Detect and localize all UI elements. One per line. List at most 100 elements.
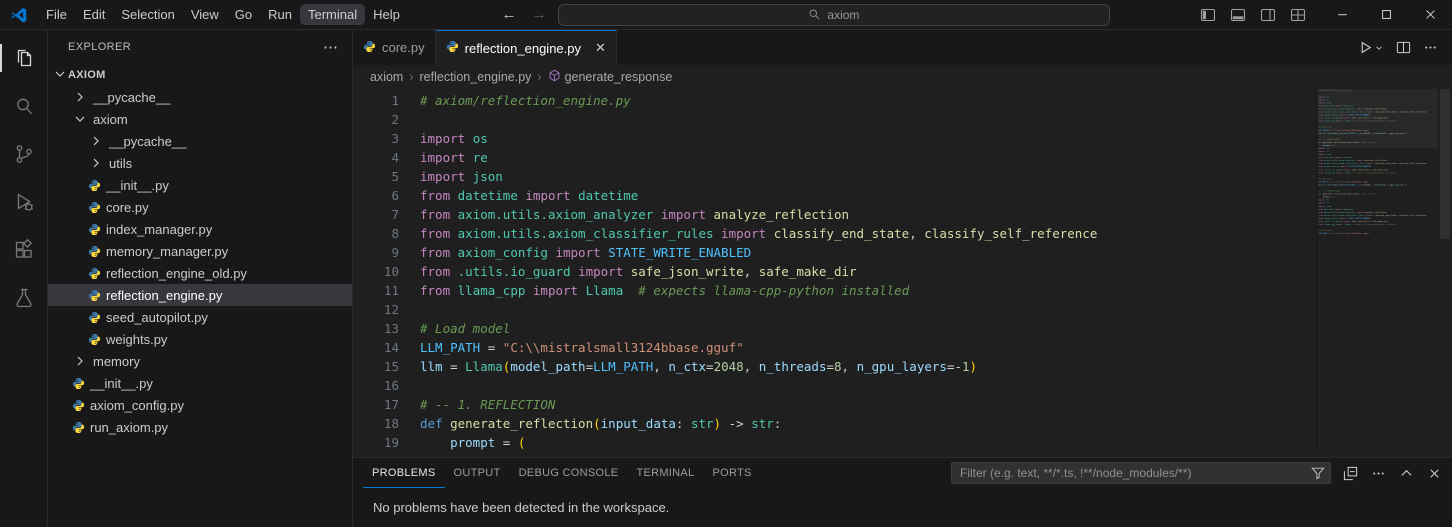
menu-terminal[interactable]: Terminal [300,4,365,25]
close-window-button[interactable] [1408,0,1452,29]
explorer-more-actions-button[interactable]: ⋯ [323,38,338,56]
tab-close-icon[interactable]: ✕ [595,40,606,56]
activity-explorer-icon[interactable] [0,36,48,80]
activity-testing-icon[interactable] [0,276,48,320]
menu-help[interactable]: Help [365,4,408,25]
split-editor-button[interactable] [1396,40,1411,55]
toggle-secondary-sidebar-icon[interactable] [1260,7,1276,23]
customize-layout-icon[interactable] [1290,7,1306,23]
code-line: 3import os [353,129,1452,148]
tree-item-__pycache__[interactable]: __pycache__ [48,86,352,108]
tree-item-utils[interactable]: utils [48,152,352,174]
code-line: 13# Load model [353,319,1452,338]
title-bar: FileEditSelectionViewGoRunTerminalHelp ←… [0,0,1452,30]
menu-selection[interactable]: Selection [113,4,182,25]
window-controls [1320,0,1452,29]
panel-tab-problems[interactable]: PROBLEMS [363,458,445,488]
breadcrumb-item-reflection_engine.py[interactable]: reflection_engine.py [420,70,532,84]
activity-run-and-debug-icon[interactable] [0,180,48,224]
code-editor[interactable]: 1# axiom/reflection_engine.py23import os… [353,89,1452,457]
toggle-primary-sidebar-icon[interactable] [1200,7,1216,23]
collapse-all-icon[interactable] [1343,466,1358,481]
tree-item-axiom_config.py[interactable]: axiom_config.py [48,394,352,416]
toggle-panel-icon[interactable] [1230,7,1246,23]
layout-controls [1200,7,1306,23]
chevron-right-icon [88,155,104,171]
code-line: 17# -- 1. REFLECTION [353,395,1452,414]
activity-search-icon[interactable] [0,84,48,128]
activity-source-control-icon[interactable] [0,132,48,176]
breadcrumb-item-generate_response[interactable]: generate_response [548,69,673,85]
tab-label: core.py [382,40,425,55]
bottom-panel: PROBLEMSOUTPUTDEBUG CONSOLETERMINALPORTS… [353,457,1452,527]
maximize-window-button[interactable] [1364,0,1408,29]
tree-item-weights.py[interactable]: weights.py [48,328,352,350]
history-forward-button[interactable]: → [528,6,550,23]
activity-extensions-icon[interactable] [0,228,48,272]
tree-root-axiom[interactable]: AXIOM [48,64,352,86]
minimap-slider[interactable] [1318,89,1438,148]
problems-filter [951,462,1331,484]
python-icon [88,267,101,280]
panel-tab-output[interactable]: OUTPUT [445,458,510,488]
command-center-text: axiom [827,8,859,22]
tree-item-seed_autopilot.py[interactable]: seed_autopilot.py [48,306,352,328]
editor-scrollbar[interactable] [1438,89,1452,457]
menu-view[interactable]: View [183,4,227,25]
run-python-file-button[interactable] [1358,40,1384,55]
minimize-window-button[interactable] [1320,0,1364,29]
panel-tab-ports[interactable]: PORTS [703,458,760,488]
file-tree: __pycache__axiom__pycache__utils__init__… [48,86,352,527]
breadcrumb: axiom›reflection_engine.py›generate_resp… [353,65,1452,89]
tree-item-core.py[interactable]: core.py [48,196,352,218]
tree-item-__pycache__[interactable]: __pycache__ [48,130,352,152]
tree-item-reflection_engine_old.py[interactable]: reflection_engine_old.py [48,262,352,284]
python-icon [88,333,101,346]
chevron-right-icon [72,89,88,105]
activity-bar [0,30,48,527]
more-actions-icon[interactable] [1371,466,1386,481]
tab-reflection_engine.py[interactable]: reflection_engine.py✕ [436,30,617,65]
tree-item-axiom[interactable]: axiom [48,108,352,130]
breadcrumb-item-axiom[interactable]: axiom [370,70,403,84]
panel-tab-debug-console[interactable]: DEBUG CONSOLE [510,458,628,488]
tree-item-memory[interactable]: memory [48,350,352,372]
panel-tab-terminal[interactable]: TERMINAL [627,458,703,488]
tree-item-label: core.py [106,200,149,215]
code-line: 18def generate_reflection(input_data: st… [353,414,1452,433]
tab-core.py[interactable]: core.py [353,30,436,65]
minimap[interactable]: # axiom/reflection_engine.pyimport osimp… [1318,89,1438,457]
close-panel-icon[interactable] [1427,466,1442,481]
sidebar-title: EXPLORER [68,41,131,53]
problems-filter-input[interactable] [951,462,1331,484]
vscode-window: FileEditSelectionViewGoRunTerminalHelp ←… [0,0,1452,527]
chevron-down-icon [72,111,88,127]
code-line: 15llm = Llama(model_path=LLM_PATH, n_ctx… [353,357,1452,376]
menu-edit[interactable]: Edit [75,4,113,25]
more-actions-button[interactable] [1423,40,1438,55]
chevron-right-icon [88,133,104,149]
menu-run[interactable]: Run [260,4,300,25]
menu-file[interactable]: File [38,4,75,25]
breadcrumb-label: generate_response [565,70,673,84]
history-back-button[interactable]: ← [498,6,520,23]
tree-item-reflection_engine.py[interactable]: reflection_engine.py [48,284,352,306]
command-center-search[interactable]: axiom [558,4,1110,26]
code-line: 8from axiom.utils.axiom_classifier_rules… [353,224,1452,243]
tree-item-index_manager.py[interactable]: index_manager.py [48,218,352,240]
tree-item-run_axiom.py[interactable]: run_axiom.py [48,416,352,438]
menu-go[interactable]: Go [227,4,260,25]
tree-item-__init__.py[interactable]: __init__.py [48,372,352,394]
code-lines: 1# axiom/reflection_engine.py23import os… [353,89,1452,452]
maximize-panel-icon[interactable] [1399,466,1414,481]
problems-message: No problems have been detected in the wo… [373,500,669,515]
code-line: 19 prompt = ( [353,433,1452,452]
breadcrumb-label: axiom [370,70,403,84]
panel-actions [1343,466,1442,481]
tree-item-__init__.py[interactable]: __init__.py [48,174,352,196]
python-icon [72,421,85,434]
tree-item-memory_manager.py[interactable]: memory_manager.py [48,240,352,262]
code-line: 9from axiom_config import STATE_WRITE_EN… [353,243,1452,262]
python-icon [88,179,101,192]
filter-icon[interactable] [1311,466,1325,480]
